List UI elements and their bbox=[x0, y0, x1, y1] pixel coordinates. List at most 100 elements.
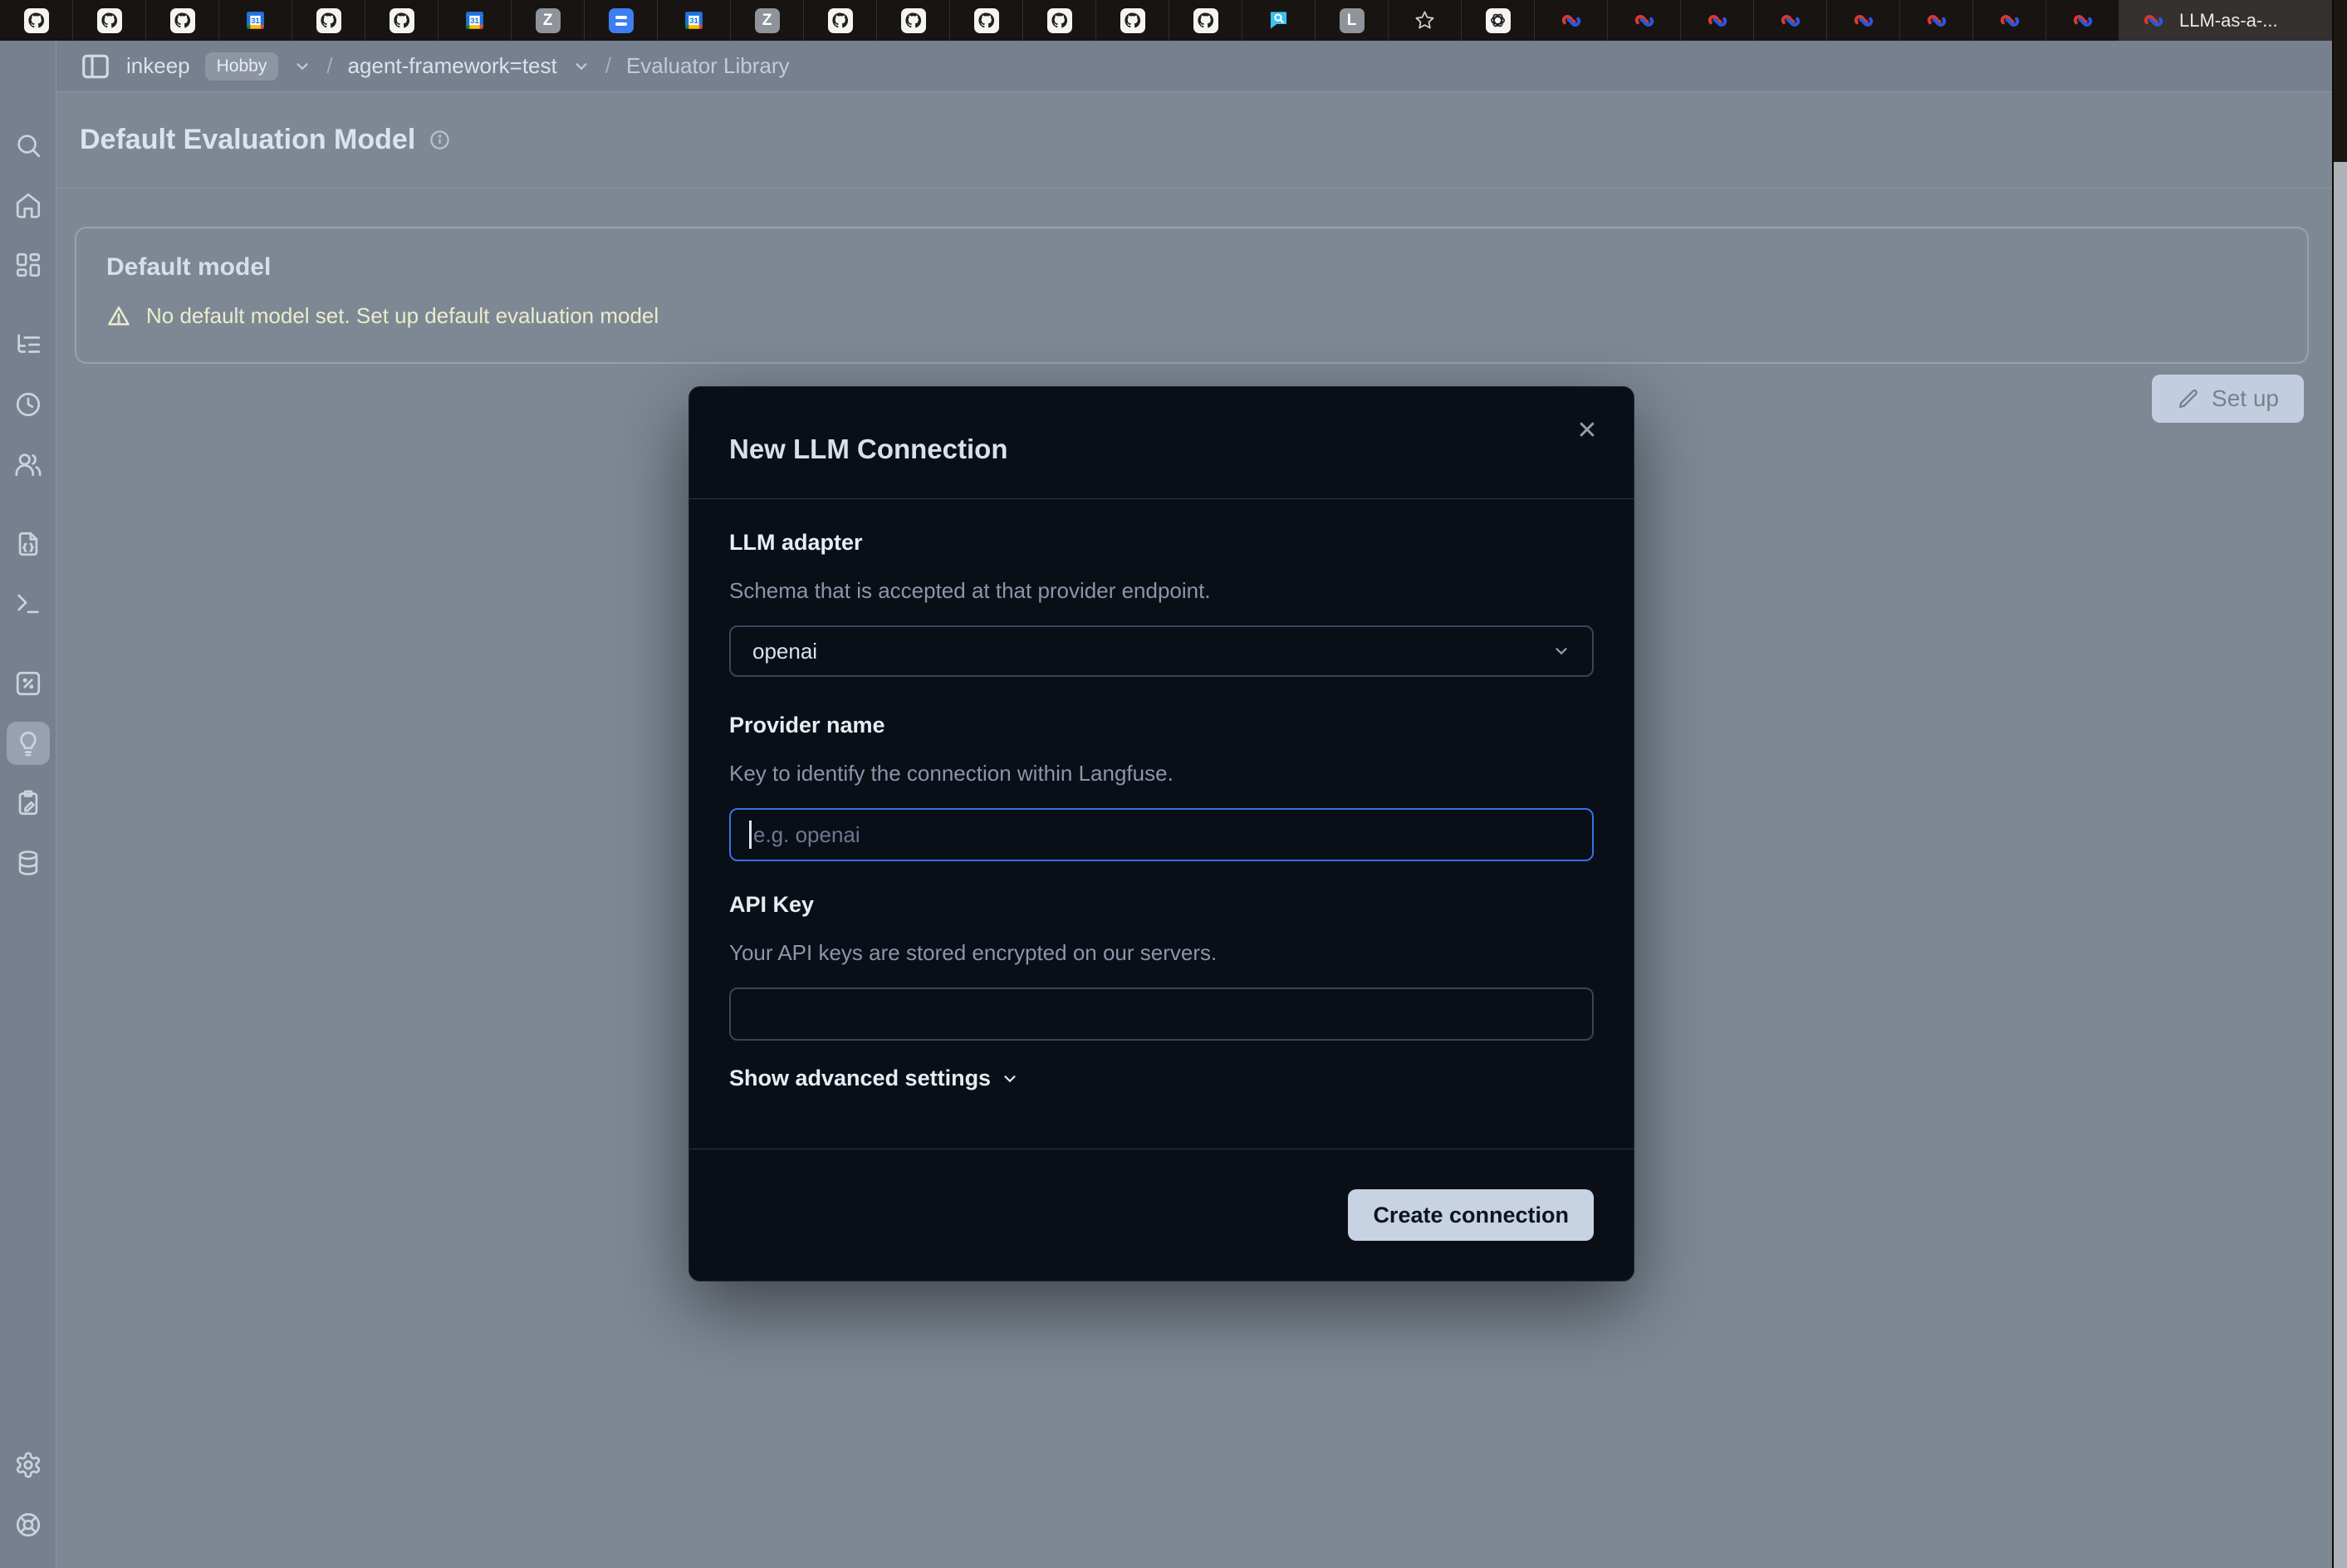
browser-tab-github[interactable] bbox=[0, 0, 73, 41]
sidebar-item-playground[interactable] bbox=[7, 587, 50, 620]
active-tab-label: LLM-as-a-... bbox=[2179, 10, 2278, 32]
sidebar-item-search[interactable] bbox=[7, 129, 50, 162]
users-icon bbox=[14, 450, 42, 478]
chevron-down-icon bbox=[1552, 642, 1570, 660]
show-advanced-settings-toggle[interactable]: Show advanced settings bbox=[729, 1066, 1594, 1091]
api-key-input[interactable] bbox=[729, 987, 1594, 1041]
close-icon[interactable]: ✕ bbox=[1570, 414, 1604, 447]
pencil-icon bbox=[2177, 387, 2200, 410]
langfuse-icon bbox=[1779, 9, 1802, 32]
sidebar-item-support[interactable] bbox=[7, 1508, 50, 1541]
svg-text:31: 31 bbox=[251, 17, 260, 26]
sidebar-item-annotation[interactable] bbox=[7, 786, 50, 820]
browser-tab-bar: 31 31 Z 31 Z L LLM-as-a-... bbox=[0, 0, 2334, 41]
provider-name-input[interactable]: e.g. openai bbox=[729, 808, 1594, 861]
browser-tab-langfuse[interactable] bbox=[1535, 0, 1608, 41]
langfuse-icon bbox=[1560, 9, 1583, 32]
sidebar-item-tracing[interactable] bbox=[7, 328, 50, 361]
api-key-description: Your API keys are stored encrypted on ou… bbox=[729, 939, 1594, 966]
sidebar-item-evaluators[interactable] bbox=[7, 722, 50, 765]
sidebar-item-settings[interactable] bbox=[7, 1448, 50, 1482]
l-app-icon: L bbox=[1340, 8, 1365, 33]
warning-text: No default model set. Set up default eva… bbox=[146, 303, 659, 329]
browser-tab-gcal[interactable]: 31 bbox=[658, 0, 731, 41]
browser-tab-github[interactable] bbox=[1169, 0, 1242, 41]
browser-tab-langfuse[interactable] bbox=[1754, 0, 1827, 41]
llm-adapter-value: openai bbox=[752, 639, 817, 664]
warning-icon bbox=[106, 304, 131, 329]
browser-tab-github[interactable] bbox=[146, 0, 219, 41]
github-icon bbox=[1196, 11, 1215, 30]
langfuse-icon bbox=[1852, 9, 1875, 32]
github-icon bbox=[27, 11, 46, 30]
google-calendar-icon: 31 bbox=[683, 9, 705, 32]
browser-tab-github[interactable] bbox=[1096, 0, 1169, 41]
browser-tab-github[interactable] bbox=[73, 0, 146, 41]
breadcrumb-page: Evaluator Library bbox=[626, 53, 790, 79]
info-icon[interactable] bbox=[429, 129, 451, 151]
background-window-edge bbox=[2332, 0, 2347, 1568]
llm-adapter-label: LLM adapter bbox=[729, 529, 1594, 556]
browser-tab-github[interactable] bbox=[1023, 0, 1096, 41]
browser-tab-langfuse[interactable] bbox=[2046, 0, 2119, 41]
modal-title: New LLM Connection bbox=[729, 434, 1594, 465]
browser-tab-github[interactable] bbox=[292, 0, 365, 41]
sidebar-item-dashboard[interactable] bbox=[7, 248, 50, 282]
sidebar-item-scores[interactable] bbox=[7, 667, 50, 700]
browser-tab-l-app[interactable]: L bbox=[1316, 0, 1389, 41]
browser-tab-langfuse[interactable] bbox=[1973, 0, 2046, 41]
browser-tab-github[interactable] bbox=[804, 0, 877, 41]
terminal-icon bbox=[14, 590, 42, 618]
browser-tab-zed[interactable]: Z bbox=[731, 0, 804, 41]
clock-icon bbox=[14, 390, 42, 419]
pinned-tabs: 31 31 Z 31 Z L bbox=[0, 0, 2119, 41]
browser-tab-active[interactable]: LLM-as-a-... bbox=[2119, 0, 2334, 41]
github-icon bbox=[319, 11, 338, 30]
browser-tab-docs[interactable] bbox=[585, 0, 658, 41]
browser-tab-github[interactable] bbox=[365, 0, 439, 41]
new-llm-connection-modal: New LLM Connection ✕ LLM adapter Schema … bbox=[688, 386, 1634, 1281]
breadcrumb: inkeep Hobby / agent-framework=test / Ev… bbox=[56, 41, 2332, 92]
default-model-card: Default model No default model set. Set … bbox=[75, 227, 2309, 364]
browser-tab-langfuse[interactable] bbox=[1827, 0, 1900, 41]
browser-tab-langfuse[interactable] bbox=[1900, 0, 1973, 41]
google-calendar-icon: 31 bbox=[463, 9, 486, 32]
sidebar-item-users[interactable] bbox=[7, 448, 50, 481]
create-connection-button[interactable]: Create connection bbox=[1348, 1189, 1594, 1241]
breadcrumb-org[interactable]: inkeep bbox=[126, 53, 190, 79]
set-up-button[interactable]: Set up bbox=[2152, 375, 2304, 423]
browser-tab-github[interactable] bbox=[877, 0, 950, 41]
database-icon bbox=[14, 849, 42, 877]
browser-tab-gcal[interactable]: 31 bbox=[219, 0, 292, 41]
svg-text:31: 31 bbox=[470, 17, 479, 26]
browser-tab-chat-search[interactable] bbox=[1242, 0, 1316, 41]
github-icon bbox=[977, 11, 996, 30]
star-icon bbox=[1414, 9, 1436, 32]
browser-tab-star[interactable] bbox=[1389, 0, 1462, 41]
sidebar-toggle-icon[interactable] bbox=[80, 51, 111, 82]
sidebar-item-prompts[interactable] bbox=[7, 527, 50, 561]
browser-tab-zed[interactable]: Z bbox=[512, 0, 585, 41]
text-cursor bbox=[749, 821, 752, 849]
chevron-down-icon[interactable] bbox=[293, 57, 311, 76]
browser-tab-github[interactable] bbox=[950, 0, 1023, 41]
llm-adapter-select[interactable]: openai bbox=[729, 625, 1594, 677]
docs-icon bbox=[609, 8, 634, 33]
lightbulb-icon bbox=[14, 729, 42, 757]
browser-tab-openai[interactable] bbox=[1462, 0, 1535, 41]
percent-square-icon bbox=[14, 669, 42, 698]
svg-text:31: 31 bbox=[689, 17, 698, 26]
browser-tab-langfuse[interactable] bbox=[1681, 0, 1754, 41]
sidebar-item-home[interactable] bbox=[7, 189, 50, 222]
chevron-down-icon bbox=[1001, 1070, 1019, 1088]
sidebar-item-sessions[interactable] bbox=[7, 388, 50, 421]
browser-tab-gcal[interactable]: 31 bbox=[439, 0, 512, 41]
chevron-down-icon[interactable] bbox=[572, 57, 590, 76]
card-title: Default model bbox=[106, 253, 2277, 282]
browser-tab-langfuse[interactable] bbox=[1608, 0, 1681, 41]
background-window-edge-dark bbox=[2334, 0, 2347, 162]
page-header: Default Evaluation Model bbox=[56, 92, 2332, 189]
breadcrumb-project[interactable]: agent-framework=test bbox=[348, 53, 557, 79]
dashboard-icon bbox=[14, 251, 42, 279]
sidebar-item-datasets[interactable] bbox=[7, 846, 50, 880]
